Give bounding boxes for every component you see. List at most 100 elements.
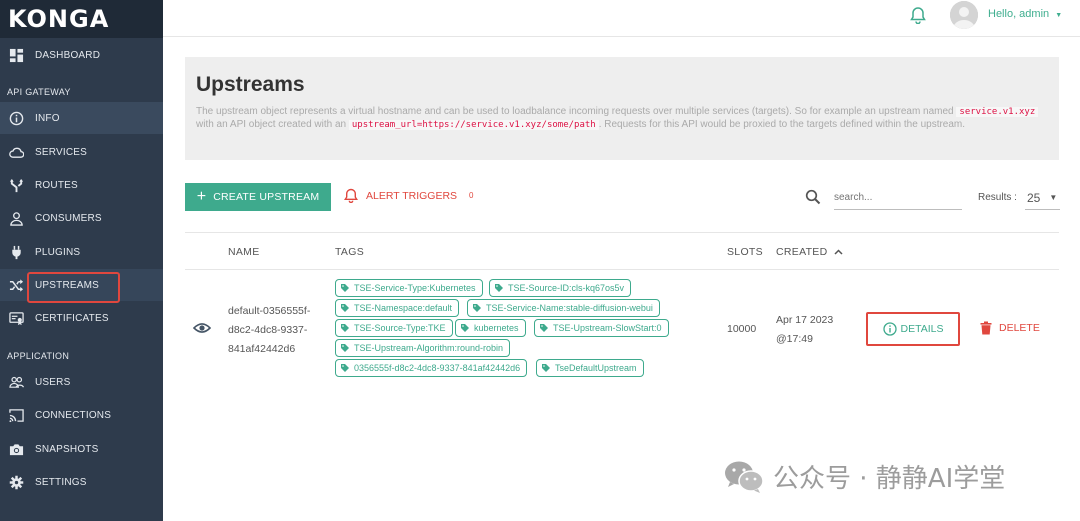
results-label: Results : xyxy=(978,192,1017,203)
nav-section-application: APPLICATION xyxy=(7,351,70,361)
alert-triggers-label: ALERT TRIGGERS xyxy=(366,189,458,202)
sidebar-item-label: CONNECTIONS xyxy=(35,409,112,421)
details-label: DETAILS xyxy=(900,323,944,335)
sidebar-item-label: SNAPSHOTS xyxy=(35,443,99,455)
alert-count-badge: 0 xyxy=(465,190,478,201)
tag-chip: TSE-Upstream-SlowStart:0 xyxy=(534,319,669,337)
search-input[interactable] xyxy=(834,186,962,210)
tag-label: TSE-Namespace:default xyxy=(354,303,453,313)
shuffle-icon xyxy=(8,277,24,293)
sort-asc-icon xyxy=(833,246,843,258)
wechat-icon xyxy=(725,461,764,493)
sidebar-item-settings[interactable]: SETTINGS xyxy=(0,466,163,498)
chevron-down-icon: ▼ xyxy=(1055,12,1063,19)
user-greeting: Hello, admin xyxy=(988,8,1050,20)
tag-label: 0356555f-d8c2-4dc8-9337-841af42442d6 xyxy=(354,363,521,373)
tag-icon xyxy=(495,284,503,292)
delete-button[interactable]: DELETE xyxy=(980,321,1040,335)
description-text: . Requests for this API would be proxied… xyxy=(598,118,966,130)
sidebar-item-routes[interactable]: ROUTES xyxy=(0,169,163,201)
search-icon xyxy=(805,189,821,205)
tag-icon xyxy=(341,364,349,372)
tag-icon xyxy=(461,324,469,332)
bell-icon[interactable] xyxy=(910,6,926,25)
sidebar-item-label: INFO xyxy=(35,112,60,124)
sidebar-item-label: ROUTES xyxy=(35,179,78,191)
tag-chip: TSE-Upstream-Algorithm:round-robin xyxy=(335,339,511,357)
top-bar: Hello, admin ▼ xyxy=(163,0,1080,37)
column-header-tags[interactable]: TAGS xyxy=(335,246,364,258)
bell-icon xyxy=(344,188,358,203)
created-date: Apr 17 2023 @17:49 xyxy=(776,314,834,345)
eye-icon[interactable] xyxy=(192,321,212,335)
tag-icon xyxy=(542,364,550,372)
nav-section-api-gateway: API GATEWAY xyxy=(7,87,71,97)
plug-icon xyxy=(8,244,24,260)
avatar[interactable] xyxy=(950,1,978,29)
sidebar-item-consumers[interactable]: CONSUMERS xyxy=(0,202,163,234)
sidebar: KONGA DASHBOARD API GATEWAY INFO SERVICE… xyxy=(0,0,163,521)
column-header-name[interactable]: NAME xyxy=(228,246,260,258)
tag-icon xyxy=(341,304,349,312)
sidebar-item-label: CONSUMERS xyxy=(35,212,102,224)
description-text: with an API object created with an xyxy=(196,118,349,130)
sidebar-item-services[interactable]: SERVICES xyxy=(0,136,163,168)
sidebar-item-users[interactable]: USERS xyxy=(0,366,163,398)
column-header-created[interactable]: CREATED xyxy=(776,246,843,258)
user-menu[interactable]: Hello, admin ▼ xyxy=(988,8,1062,20)
sidebar-item-snapshots[interactable]: SNAPSHOTS xyxy=(0,433,163,465)
sidebar-item-label: PLUGINS xyxy=(35,246,81,258)
routes-icon xyxy=(8,177,24,193)
table-header: NAME TAGS SLOTS CREATED xyxy=(185,232,1059,270)
tag-label: kubernetes xyxy=(474,323,519,333)
tag-label: TSE-Upstream-SlowStart:0 xyxy=(553,323,662,333)
brand-name: KONGA xyxy=(8,5,110,33)
sidebar-item-label: CERTIFICATES xyxy=(35,312,109,324)
sidebar-item-label: USERS xyxy=(35,376,71,388)
column-header-slots[interactable]: SLOTS xyxy=(727,246,763,258)
alert-triggers-button[interactable]: ALERT TRIGGERS 0 xyxy=(344,188,478,203)
results-value: 25 xyxy=(1027,190,1041,205)
code-service-name: service.v1.xyz xyxy=(956,107,1039,117)
create-upstream-button[interactable]: + CREATE UPSTREAM xyxy=(185,183,331,211)
chevron-down-icon: ▼ xyxy=(1049,193,1058,202)
upstream-name[interactable]: default-0356555f-d8c2-4dc8-9337-841af424… xyxy=(228,302,323,359)
description-text: The upstream object represents a virtual… xyxy=(196,106,954,117)
sidebar-item-connections[interactable]: CONNECTIONS xyxy=(0,399,163,431)
delete-label: DELETE xyxy=(999,322,1040,334)
page-title: Upstreams xyxy=(196,73,305,96)
sidebar-item-certificates[interactable]: CERTIFICATES xyxy=(0,302,163,334)
tag-label: TSE-Service-Name:stable-diffusion-webui xyxy=(486,303,653,313)
tag-label: TSE-Upstream-Algorithm:round-robin xyxy=(354,343,504,353)
results-per-page-select[interactable]: 25 ▼ xyxy=(1025,186,1060,210)
tag-label: TseDefaultUpstream xyxy=(555,363,637,373)
watermark-text: 公众号 · 静静AI学堂 xyxy=(773,464,1006,494)
gear-icon xyxy=(8,474,24,490)
sidebar-item-plugins[interactable]: PLUGINS xyxy=(0,236,163,268)
users-icon xyxy=(8,374,24,390)
create-upstream-label: CREATE UPSTREAM xyxy=(213,191,320,203)
tag-chip: TSE-Namespace:default xyxy=(335,299,460,317)
tag-icon xyxy=(341,324,349,332)
tag-chip: TSE-Source-ID:cls-kq67os5v xyxy=(489,279,632,297)
certificate-icon xyxy=(8,310,24,326)
tag-chip: TSE-Service-Name:stable-diffusion-webui xyxy=(467,299,660,317)
sidebar-item-dashboard[interactable]: DASHBOARD xyxy=(0,39,163,71)
dashboard-icon xyxy=(8,47,24,63)
sidebar-item-label: SERVICES xyxy=(35,146,87,158)
slots-value: 10000 xyxy=(727,323,757,335)
info-icon xyxy=(882,322,897,336)
tag-chip: 0356555f-d8c2-4dc8-9337-841af42442d6 xyxy=(335,359,528,377)
sidebar-item-info[interactable]: INFO xyxy=(0,102,163,134)
plus-icon: + xyxy=(196,188,207,205)
tag-label: TSE-Source-Type:TKE xyxy=(354,323,446,333)
user-icon xyxy=(8,210,24,226)
tag-chip: TSE-Source-Type:TKE xyxy=(335,319,453,337)
watermark: 公众号 · 静静AI学堂 xyxy=(723,458,1005,495)
tag-icon xyxy=(341,284,349,292)
details-button[interactable]: DETAILS xyxy=(866,312,960,346)
tag-label: TSE-Service-Type:Kubernetes xyxy=(354,283,476,293)
brand-logo[interactable]: KONGA xyxy=(0,0,163,38)
cast-icon xyxy=(8,407,24,423)
tag-label: TSE-Source-ID:cls-kq67os5v xyxy=(508,283,625,293)
